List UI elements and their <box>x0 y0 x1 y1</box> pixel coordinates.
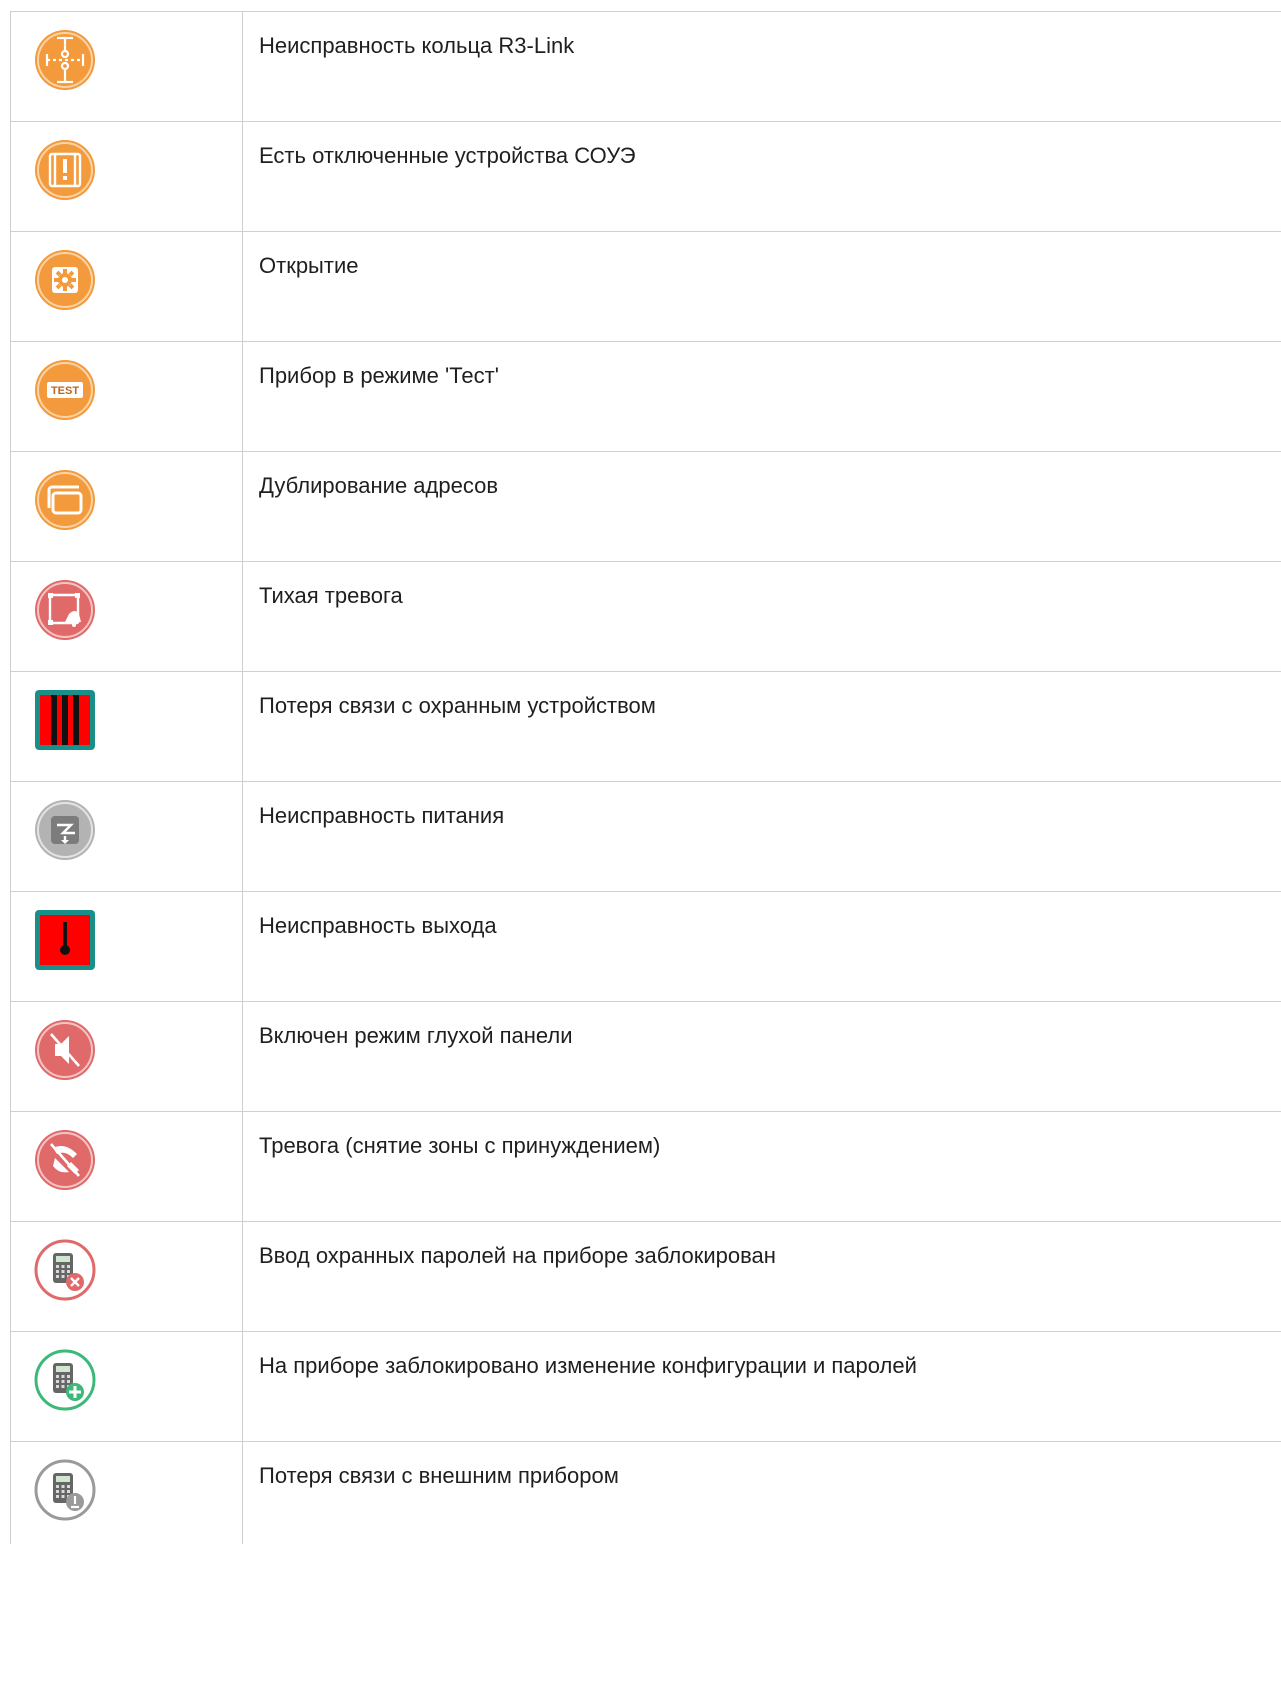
gear-icon <box>33 248 97 312</box>
row-label: Неисправность выхода <box>242 891 1281 1002</box>
table-row: Тревога (снятие зоны с принуждением) <box>10 1111 1281 1222</box>
test-badge-text: TEST <box>51 385 79 397</box>
keypad-blocked-icon <box>33 1238 97 1302</box>
table-row: Есть отключенные устройства СОУЭ <box>10 121 1281 232</box>
table-row: Открытие <box>10 231 1281 342</box>
row-label: Дублирование адресов <box>242 451 1281 562</box>
row-label: Есть отключенные устройства СОУЭ <box>242 121 1281 232</box>
table-row: На приборе заблокировано изменение конфи… <box>10 1331 1281 1442</box>
table-row: Неисправность кольца R3-Link <box>10 11 1281 122</box>
row-label: Неисправность кольца R3-Link <box>242 11 1281 122</box>
table-row: Неисправность выхода <box>10 891 1281 1002</box>
status-legend-table: Неисправность кольца R3-Link Есть отключ… <box>10 11 1281 1544</box>
test-mode-icon: TEST <box>33 358 97 422</box>
table-row: Потеря связи с внешним прибором <box>10 1441 1281 1544</box>
power-fault-icon <box>33 798 97 862</box>
row-label: На приборе заблокировано изменение конфи… <box>242 1331 1281 1442</box>
row-label: Неисправность питания <box>242 781 1281 892</box>
row-label: Открытие <box>242 231 1281 342</box>
duress-alarm-icon <box>33 1128 97 1192</box>
table-row: Дублирование адресов <box>10 451 1281 562</box>
table-row: TEST Прибор в режиме 'Тест' <box>10 341 1281 452</box>
table-row: Тихая тревога <box>10 561 1281 672</box>
row-label: Тревога (снятие зоны с принуждением) <box>242 1111 1281 1222</box>
disabled-devices-icon <box>33 138 97 202</box>
keypad-config-locked-icon <box>33 1348 97 1412</box>
keypad-connection-lost-icon <box>33 1458 97 1522</box>
connection-lost-bars-icon <box>33 688 97 752</box>
duplicate-windows-icon <box>33 468 97 532</box>
table-row: Ввод охранных паролей на приборе заблоки… <box>10 1221 1281 1332</box>
row-label: Ввод охранных паролей на приборе заблоки… <box>242 1221 1281 1332</box>
row-label: Включен режим глухой панели <box>242 1001 1281 1112</box>
silent-alarm-icon <box>33 578 97 642</box>
output-fault-icon <box>33 908 97 972</box>
ring-fault-icon <box>33 28 97 92</box>
row-label: Прибор в режиме 'Тест' <box>242 341 1281 452</box>
row-label: Потеря связи с охранным устройством <box>242 671 1281 782</box>
table-row: Включен режим глухой панели <box>10 1001 1281 1112</box>
row-label: Потеря связи с внешним прибором <box>242 1441 1281 1544</box>
table-row: Потеря связи с охранным устройством <box>10 671 1281 782</box>
muted-speaker-icon <box>33 1018 97 1082</box>
table-row: Неисправность питания <box>10 781 1281 892</box>
row-label: Тихая тревога <box>242 561 1281 672</box>
